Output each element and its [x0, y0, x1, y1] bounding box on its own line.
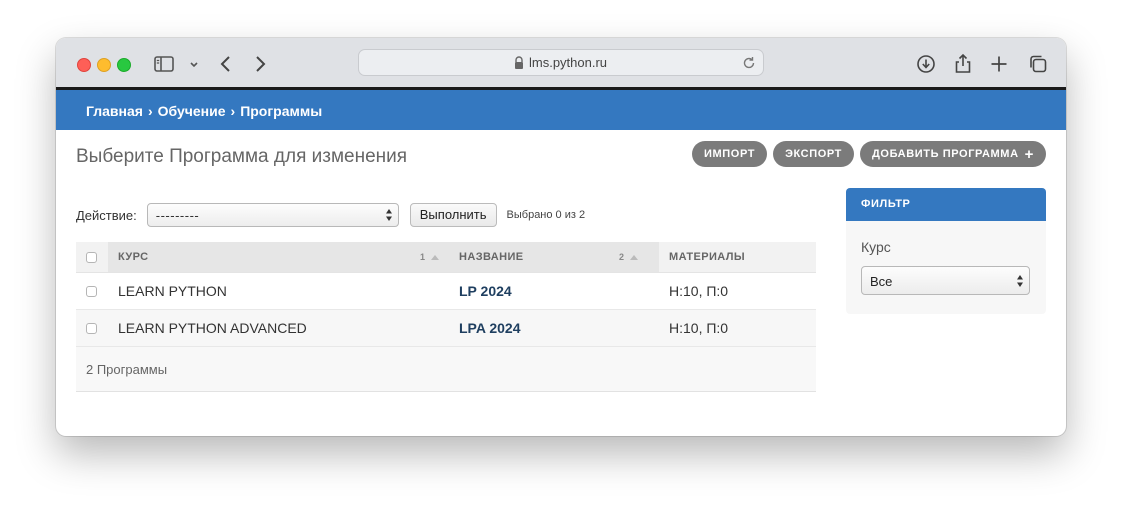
column-header-materials: МАТЕРИАЛЫ: [659, 242, 816, 272]
column-header-course[interactable]: КУРС 1: [108, 242, 449, 272]
chevron-down-icon[interactable]: [182, 52, 202, 76]
breadcrumb-section-link[interactable]: Обучение: [158, 103, 226, 119]
breadcrumb-separator: ›: [230, 103, 236, 119]
export-label: ЭКСПОРТ: [785, 148, 842, 160]
table-header: КУРС 1 НАЗВАНИЕ 2 МАТЕРИАЛЫ: [76, 242, 816, 273]
course-cell: LEARN PYTHON ADVANCED: [118, 320, 307, 336]
zoom-window-button[interactable]: [117, 58, 131, 72]
select-all-checkbox[interactable]: [86, 252, 97, 263]
breadcrumb-separator: ›: [147, 103, 153, 119]
close-window-button[interactable]: [77, 58, 91, 72]
browser-toolbar: lms.python.ru: [56, 38, 1066, 90]
filter-course-label: Курс: [861, 239, 891, 255]
import-button[interactable]: ИМПОРТ: [692, 141, 768, 167]
select-arrows-icon: [385, 209, 392, 221]
object-tools: ИМПОРТ ЭКСПОРТ ДОБАВИТЬ ПРОГРАММА +: [692, 141, 1046, 167]
result-count: 2 Программы: [86, 362, 168, 377]
action-label: Действие:: [76, 207, 137, 223]
new-tab-icon[interactable]: [987, 52, 1011, 76]
forward-arrow-icon[interactable]: [248, 52, 272, 76]
paginator: 2 Программы: [76, 347, 816, 392]
course-filter-value: Все: [870, 274, 893, 289]
column-header-name[interactable]: НАЗВАНИЕ 2: [449, 242, 659, 272]
breadcrumb-home-link[interactable]: Главная: [86, 103, 143, 119]
plus-icon: +: [1024, 145, 1034, 163]
sidebar-toggle-icon[interactable]: [152, 52, 176, 76]
import-label: ИМПОРТ: [704, 148, 756, 160]
action-select-value: ---------: [155, 208, 200, 223]
tab-overview-icon[interactable]: [1026, 52, 1050, 76]
sort-priority-name[interactable]: 2: [619, 242, 639, 272]
reload-icon[interactable]: [741, 55, 757, 71]
select-all-cell: [76, 242, 108, 272]
select-arrows-icon: [1017, 275, 1023, 287]
sort-priority-course[interactable]: 1: [420, 242, 440, 272]
back-arrow-icon[interactable]: [214, 52, 238, 76]
page-title: Выберите Программа для изменения: [76, 146, 408, 167]
share-icon[interactable]: [951, 52, 975, 76]
row-checkbox[interactable]: [86, 323, 97, 334]
run-action-button[interactable]: Выполнить: [409, 203, 497, 227]
url-text: lms.python.ru: [529, 55, 608, 70]
export-button[interactable]: ЭКСПОРТ: [773, 141, 854, 167]
table-row: LEARN PYTHON LP 2024 Н:10, П:0: [76, 273, 816, 310]
table-row: LEARN PYTHON ADVANCED LPA 2024 Н:10, П:0: [76, 310, 816, 347]
downloads-icon[interactable]: [914, 52, 938, 76]
lock-icon: [515, 56, 523, 69]
column-name-label: НАЗВАНИЕ: [459, 251, 524, 263]
actions-bar: Действие: --------- Выполнить Выбрано 0 …: [76, 202, 585, 228]
filter-panel: ФИЛЬТР Курс Все: [846, 188, 1046, 314]
add-program-label: ДОБАВИТЬ ПРОГРАММА: [871, 148, 1019, 160]
breadcrumb: Главная › Обучение › Программы: [56, 90, 1066, 130]
action-select[interactable]: ---------: [146, 203, 399, 227]
results-table: КУРС 1 НАЗВАНИЕ 2 МАТЕРИАЛЫ LEARN PYTHON…: [76, 242, 816, 392]
add-program-button[interactable]: ДОБАВИТЬ ПРОГРАММА +: [859, 141, 1046, 167]
course-filter-select[interactable]: Все: [861, 266, 1030, 295]
browser-window: lms.python.ru Главная › Обучение › Прогр…: [56, 38, 1066, 436]
program-name-link[interactable]: LP 2024: [459, 283, 512, 299]
sort-ascending-icon: [431, 255, 440, 261]
selection-counter: Выбрано 0 из 2: [506, 209, 586, 221]
main-content: Выберите Программа для изменения ИМПОРТ …: [56, 130, 1066, 436]
materials-cell: Н:10, П:0: [669, 320, 729, 336]
course-cell: LEARN PYTHON: [118, 283, 227, 299]
materials-cell: Н:10, П:0: [669, 283, 729, 299]
breadcrumb-current: Программы: [240, 103, 323, 119]
program-name-link[interactable]: LPA 2024: [459, 320, 520, 336]
column-course-label: КУРС: [118, 251, 149, 263]
column-materials-label: МАТЕРИАЛЫ: [669, 251, 746, 263]
row-checkbox[interactable]: [86, 286, 97, 297]
sort-ascending-icon: [630, 255, 639, 261]
address-bar[interactable]: lms.python.ru: [358, 49, 764, 76]
filter-title: ФИЛЬТР: [846, 188, 1046, 221]
minimize-window-button[interactable]: [97, 58, 111, 72]
